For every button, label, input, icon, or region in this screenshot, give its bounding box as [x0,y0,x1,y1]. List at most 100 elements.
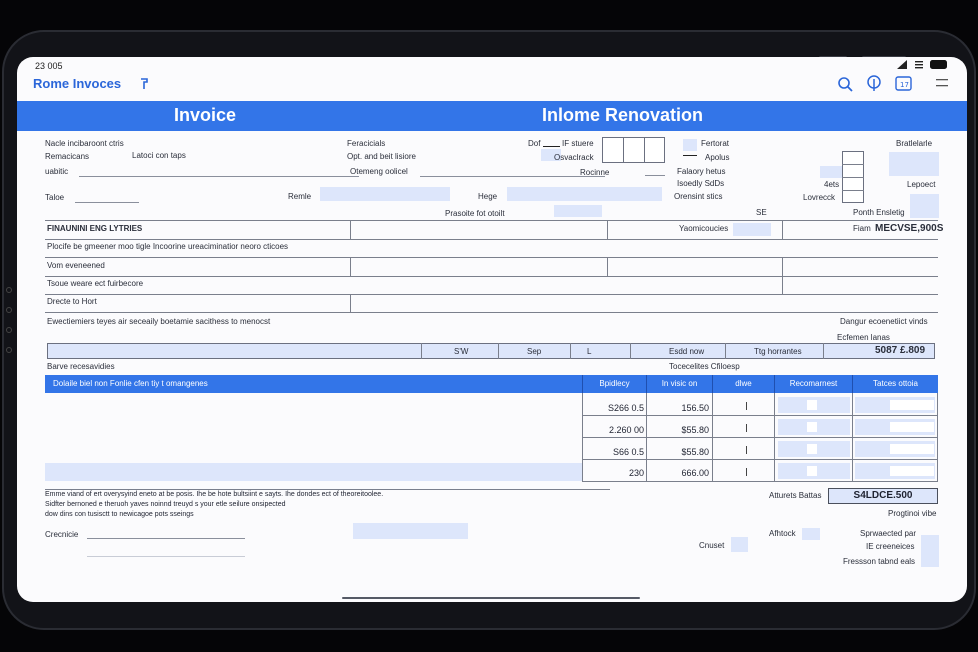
field-underline[interactable] [79,176,359,177]
section-row-text: Plocife be gmeener moo tigle Incoorine u… [47,242,289,251]
flat-value: MECVSE,900S [875,223,944,234]
column-header: dlwe [712,375,774,393]
footer-note-right: IE creeneices [866,542,915,551]
hege-input[interactable] [507,187,662,201]
signature-label: Crecnicie [45,530,79,539]
share-upload-icon[interactable] [866,75,882,92]
grid-line [782,276,783,294]
code-box[interactable] [602,137,624,163]
item-total-field[interactable] [890,466,934,476]
item-total-field[interactable] [890,422,934,432]
item-total-field[interactable] [890,444,934,454]
field-underline[interactable] [75,202,139,203]
section-row-text: Vom eveneened [47,261,105,270]
grid-line [582,481,938,482]
grid-line [607,220,608,240]
header-label: Nacle incibaroont ctris [45,139,124,148]
header-label: Isoedly SdDs [677,179,725,188]
divider [842,177,864,178]
side-button[interactable] [6,327,12,333]
row-description-fill [45,463,582,481]
item-price: 666.00 [681,468,709,478]
summary-cell: Esdd now [669,347,705,356]
header-label: Orensint stics [674,192,723,201]
items-subtitle: Tocecelites Cfiloesp [669,362,740,371]
svg-text:17: 17 [900,81,909,89]
header-label: Ponth Ensletig [853,208,905,217]
header-label: Rocinne [580,168,610,177]
header-label: Latoci con taps [132,151,186,160]
section-row-text: Tsoue weare ect fuirbecore [47,279,144,288]
grid-line [45,294,938,295]
checkbox[interactable] [820,166,842,178]
column-label: Yaomicoucies [679,224,729,233]
section-input[interactable] [733,223,771,236]
side-button[interactable] [6,347,12,353]
calendar-icon[interactable]: 17 [895,76,912,91]
footer-note-right: Fressson tabnd eals [843,557,916,566]
search-icon[interactable] [837,76,853,92]
right-input[interactable] [910,194,939,218]
footer-note-right: Sprwaected par [860,529,917,538]
column-header: Recomarnest [774,375,852,393]
items-header: Dolaile biel non Fonlie cfen tiy t omang… [45,375,938,393]
checkbox[interactable] [683,139,697,151]
grid-line [582,437,938,438]
header-label: Opt. and beit lisiore [347,152,416,161]
column-header: Dolaile biel non Fonlie cfen tiy t omang… [53,379,208,388]
summary-cell: Sep [527,347,542,356]
item-qty: 230 [628,468,644,478]
field-underline[interactable] [420,176,605,177]
footer-right-input[interactable] [921,535,939,567]
footer-input[interactable] [353,523,468,539]
edit-pin-icon[interactable] [138,77,150,91]
grid-line [630,343,631,359]
footer-note: Sidfter bernoned e theruoh yaves noinnd … [45,501,286,508]
grid-line [782,220,783,240]
header-label: IF stuere [562,139,594,148]
code-box[interactable] [644,137,665,163]
remle-input[interactable] [320,187,450,201]
battery-icon [930,60,948,69]
item-checkbox[interactable] [807,466,817,476]
item-separator [746,402,747,410]
right-input[interactable] [889,152,939,176]
side-button[interactable] [6,307,12,313]
banner-company-title: Inlome Renovation [542,105,704,125]
side-button[interactable] [6,287,12,293]
header-label: Osvaclrack [554,153,594,162]
grid-line [45,312,938,313]
field-underline[interactable] [645,175,665,176]
wifi-icon [914,60,924,69]
header-label: uabitic [45,167,69,176]
field-underline [683,155,697,156]
header-label: Otemeng oolicel [350,167,408,176]
total-input[interactable] [554,205,602,217]
item-checkbox[interactable] [807,422,817,432]
menu-icon[interactable] [936,78,948,88]
signature-line[interactable] [87,538,245,539]
field-underline [543,146,560,147]
item-checkbox[interactable] [807,400,817,410]
header-label: Lepoect [907,180,936,189]
footer-checkbox[interactable] [802,528,820,540]
header-label: Remacicans [45,152,90,161]
footer-divider [45,489,610,490]
item-checkbox[interactable] [807,444,817,454]
status-time: 23 005 [35,61,63,71]
home-indicator[interactable] [342,597,640,599]
column-header: Bpidlecy [582,375,646,393]
header-label: Fertorat [701,139,730,148]
chuset-label: Cnuset [699,541,725,550]
section-row-text: Drecte to Hort [47,297,97,306]
item-separator [746,446,747,454]
footer-checkbox[interactable] [731,537,748,552]
header-label: Lovrecck [803,193,836,202]
code-box[interactable] [623,137,645,163]
grid-line [607,257,608,276]
header-label: Prasoite fot otoilt [445,209,505,218]
signature-line[interactable] [87,556,245,557]
item-total-field[interactable] [890,400,934,410]
item-price: $55.80 [681,425,709,435]
grid-line [498,343,499,359]
